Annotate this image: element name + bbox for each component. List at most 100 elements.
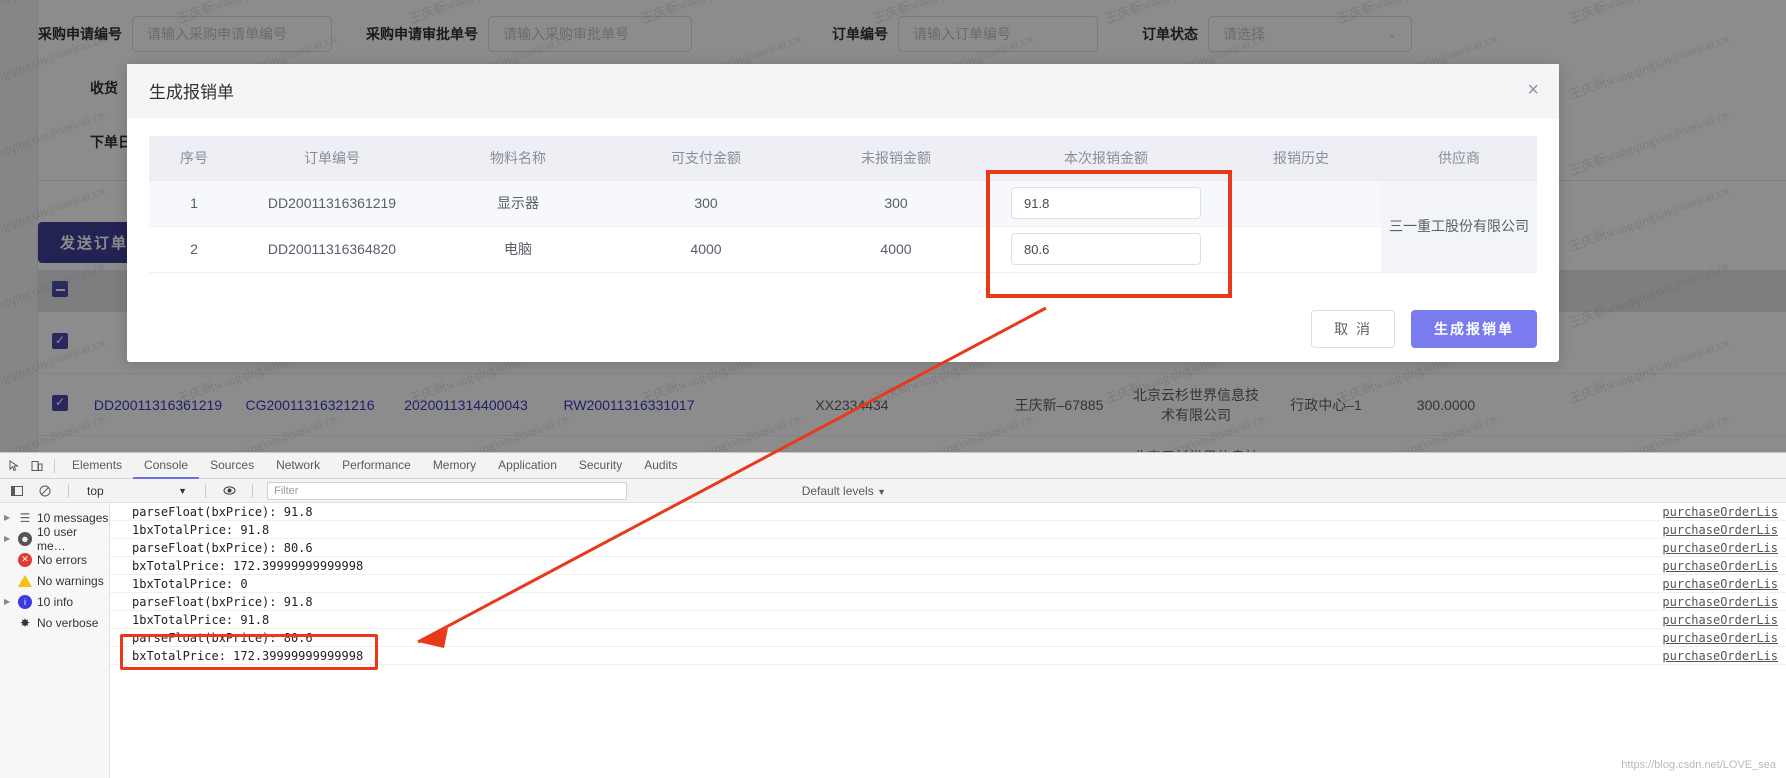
cell-history: [1221, 226, 1381, 273]
console-log-message: parseFloat(bxPrice): 91.8: [132, 504, 313, 519]
toggle-device-toolbar-icon[interactable]: [26, 455, 48, 477]
cell-payable: 4000: [611, 226, 801, 273]
tab-elements[interactable]: Elements: [61, 453, 133, 479]
cancel-button[interactable]: 取 消: [1311, 310, 1395, 348]
error-icon: ✕: [18, 552, 32, 567]
context-label: top: [87, 483, 104, 498]
cell-index: 1: [149, 180, 239, 227]
sidebar-item-label: No errors: [37, 552, 88, 567]
console-log-row[interactable]: parseFloat(bxPrice): 80.6 purchaseOrderLi…: [110, 539, 1786, 557]
warning-icon: [18, 574, 32, 587]
console-log-row[interactable]: parseFloat(bxPrice): 80.6 purchaseOrderLi…: [110, 629, 1786, 647]
table-header-row: 序号 订单编号 物料名称 可支付金额 未报销金额 本次报销金额 报销历史 供应商: [149, 136, 1537, 181]
blog-credit: https://blog.csdn.net/LOVE_sea: [1621, 759, 1776, 771]
console-log-source-link[interactable]: purchaseOrderLis: [1662, 577, 1778, 591]
tab-memory[interactable]: Memory: [422, 453, 487, 479]
log-levels-select[interactable]: Default levels ▼: [802, 484, 886, 498]
chevron-right-icon[interactable]: ▶: [4, 534, 13, 543]
console-log-source-link[interactable]: purchaseOrderLis: [1662, 649, 1778, 663]
col-material: 物料名称: [425, 136, 611, 181]
console-log-source-link[interactable]: purchaseOrderLis: [1662, 631, 1778, 645]
col-payable: 可支付金额: [611, 136, 801, 181]
info-icon: i: [18, 594, 32, 609]
col-order-no: 订单编号: [239, 136, 425, 181]
toggle-console-sidebar-icon[interactable]: [6, 480, 28, 502]
tab-application[interactable]: Application: [487, 453, 568, 479]
console-log-source-link[interactable]: purchaseOrderLis: [1662, 523, 1778, 537]
console-log-message: parseFloat(bxPrice): 80.6: [132, 540, 313, 555]
modal-body: 序号 订单编号 物料名称 可支付金额 未报销金额 本次报销金额 报销历史 供应商…: [127, 118, 1559, 273]
col-index: 序号: [149, 136, 239, 181]
console-log-source-link[interactable]: purchaseOrderLis: [1662, 541, 1778, 555]
cell-current-amount: 91.8: [991, 180, 1221, 227]
cell-index: 2: [149, 226, 239, 273]
sidebar-item-user-messages[interactable]: ▶ ☻ 10 user me…: [0, 525, 109, 553]
sidebar-item-info[interactable]: ▶ i 10 info: [0, 591, 109, 612]
divider: [54, 458, 55, 473]
reimbursement-table: 序号 订单编号 物料名称 可支付金额 未报销金额 本次报销金额 报销历史 供应商…: [149, 136, 1537, 273]
cell-unreimbursed: 4000: [801, 226, 991, 273]
console-log-message: 1bxTotalPrice: 91.8: [132, 612, 270, 627]
console-log-source-link[interactable]: purchaseOrderLis: [1662, 613, 1778, 627]
table-row[interactable]: 1 DD20011316361219 显示器 300 300 91.8 三一重工…: [149, 180, 1537, 273]
close-icon[interactable]: ×: [1527, 80, 1539, 100]
console-log-row[interactable]: bxTotalPrice: 172.39999999999998 purchase…: [110, 557, 1786, 575]
col-history: 报销历史: [1221, 136, 1381, 181]
divider: [68, 483, 69, 498]
devtools-tabbar: Elements Console Sources Network Perform…: [0, 453, 1786, 479]
console-log-source-link[interactable]: purchaseOrderLis: [1662, 559, 1778, 573]
generate-reimbursement-modal: 生成报销单 × 序号 订单编号 物料名称 可支付金额 未报销金额 本次报销金额 …: [127, 64, 1559, 362]
tab-network[interactable]: Network: [265, 453, 331, 479]
cell-current-amount: 80.6: [991, 226, 1221, 273]
live-expression-eye-icon[interactable]: [218, 480, 240, 502]
tab-performance[interactable]: Performance: [331, 453, 422, 479]
sidebar-item-label: No warnings: [37, 573, 104, 588]
console-log-message: 1bxTotalPrice: 91.8: [132, 522, 270, 537]
console-log-row[interactable]: 1bxTotalPrice: 91.8 purchaseOrderLis: [110, 521, 1786, 539]
modal-header: 生成报销单 ×: [127, 64, 1559, 118]
tab-audits[interactable]: Audits: [633, 453, 688, 479]
console-log-message: parseFloat(bxPrice): 80.6: [132, 630, 313, 645]
chevron-right-icon[interactable]: ▶: [4, 597, 13, 606]
cell-supplier: 三一重工股份有限公司: [1381, 180, 1537, 273]
devtools-panel: Elements Console Sources Network Perform…: [0, 452, 1786, 778]
console-log-source-link[interactable]: purchaseOrderLis: [1662, 595, 1778, 609]
chevron-down-icon: ▼: [877, 486, 886, 497]
console-log-row[interactable]: bxTotalPrice: 172.39999999999998 purchase…: [110, 647, 1786, 665]
col-unreimbursed: 未报销金额: [801, 136, 991, 181]
cell-material: 显示器: [425, 180, 611, 227]
inspect-element-icon[interactable]: [4, 455, 26, 477]
console-log-row[interactable]: 1bxTotalPrice: 91.8 purchaseOrderLis: [110, 611, 1786, 629]
sidebar-item-verbose[interactable]: ▶ ✸ No verbose: [0, 612, 109, 633]
console-log-row[interactable]: 1bxTotalPrice: 0 purchaseOrderLis: [110, 575, 1786, 593]
console-log-row[interactable]: parseFloat(bxPrice): 91.8 purchaseOrderLi…: [110, 503, 1786, 521]
placeholder-text: Filter: [274, 484, 299, 497]
console-filter-input[interactable]: Filter: [267, 481, 627, 500]
tab-console[interactable]: Console: [133, 453, 200, 479]
console-log-list[interactable]: parseFloat(bxPrice): 91.8 purchaseOrderLi…: [110, 503, 1786, 778]
col-supplier: 供应商: [1381, 136, 1537, 181]
sidebar-item-warnings[interactable]: ▶ No warnings: [0, 570, 109, 591]
cell-unreimbursed: 300: [801, 180, 991, 227]
console-log-message: 1bxTotalPrice: 0: [132, 576, 248, 591]
sidebar-item-label: No verbose: [37, 615, 99, 630]
reimbursement-amount-input-row-1[interactable]: 91.8: [1011, 187, 1201, 219]
tab-security[interactable]: Security: [568, 453, 633, 479]
console-log-message: parseFloat(bxPrice): 91.8: [132, 594, 313, 609]
divider: [252, 483, 253, 498]
console-main: ▶ ☰ 10 messages ▶ ☻ 10 user me… ▶ ✕ No e…: [0, 503, 1786, 778]
bug-icon: ✸: [19, 615, 31, 630]
generate-reimbursement-button[interactable]: 生成报销单: [1411, 310, 1537, 348]
cell-order-no: DD20011316364820: [239, 226, 425, 273]
user-icon: ☻: [18, 531, 32, 546]
console-log-source-link[interactable]: purchaseOrderLis: [1662, 505, 1778, 519]
console-log-row[interactable]: parseFloat(bxPrice): 91.8 purchaseOrderLi…: [110, 593, 1786, 611]
chevron-right-icon[interactable]: ▶: [4, 513, 13, 522]
list-icon: ☰: [19, 510, 31, 525]
cell-order-no: DD20011316361219: [239, 180, 425, 227]
reimbursement-amount-input-row-2[interactable]: 80.6: [1011, 233, 1201, 265]
tab-sources[interactable]: Sources: [199, 453, 265, 479]
execution-context-select[interactable]: top ▼: [81, 484, 193, 498]
table-row[interactable]: 2 DD20011316364820 电脑 4000 4000 80.6: [149, 226, 1537, 273]
clear-console-icon[interactable]: [34, 480, 56, 502]
